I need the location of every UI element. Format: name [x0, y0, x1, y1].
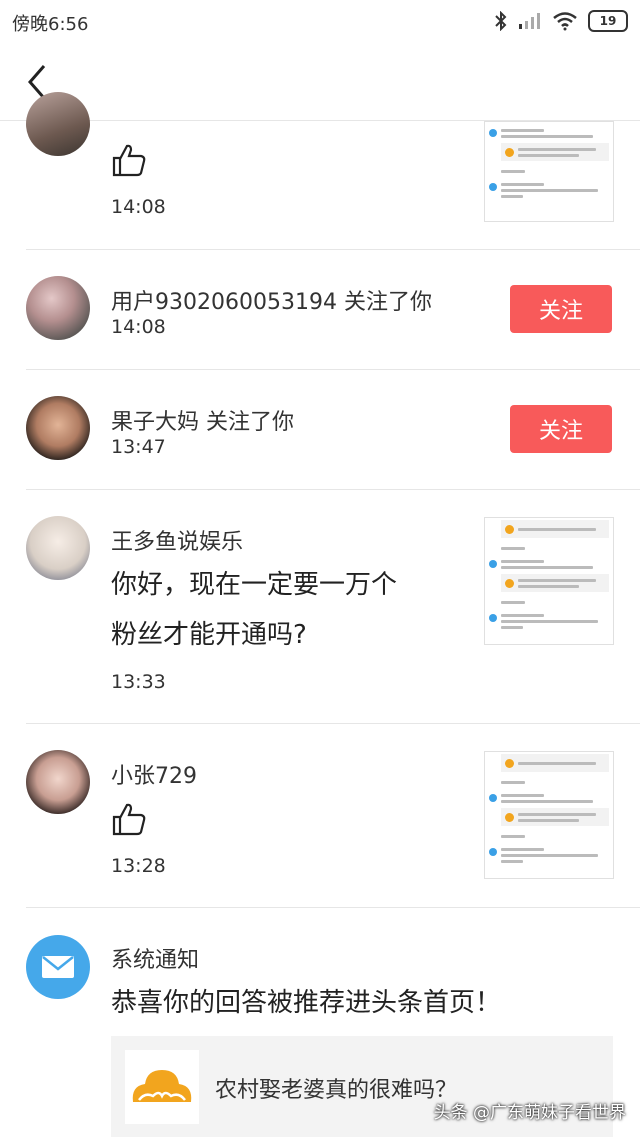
user-name[interactable]: 小张729	[111, 758, 197, 790]
comment-text-line1: 你好，现在一定要一万个	[111, 570, 398, 600]
time: 13:47	[111, 436, 166, 458]
article-thumbnail[interactable]	[484, 751, 614, 879]
follow-button[interactable]: 关注	[510, 405, 612, 453]
avatar[interactable]	[26, 396, 90, 460]
follow-button[interactable]: 关注	[510, 285, 612, 333]
time: 13:28	[111, 855, 166, 877]
system-message: 恭喜你的回答被推荐进头条首页！	[111, 988, 502, 1018]
wifi-icon	[553, 12, 577, 31]
avatar[interactable]	[26, 516, 90, 580]
avatar[interactable]	[26, 750, 90, 814]
status-time: 傍晚6:56	[12, 14, 89, 35]
watermark: 头条 @广东萌妹子看世界	[433, 1103, 626, 1123]
time: 13:33	[111, 671, 166, 693]
divider	[26, 249, 640, 250]
article-title: 农村娶老婆真的很难吗？	[215, 1078, 458, 1103]
signal-icon	[519, 13, 540, 29]
toutiao-logo	[125, 1050, 199, 1124]
time: 14:08	[111, 316, 166, 338]
status-icons: 19	[494, 10, 628, 32]
system-title: 系统通知	[111, 948, 200, 973]
thumbs-up-icon	[112, 803, 146, 836]
header	[0, 44, 640, 121]
user-name[interactable]: 用户9302060053194 关注了你	[111, 284, 432, 316]
comment-text-line2: 粉丝才能开通吗?	[111, 620, 307, 650]
user-name[interactable]: 果子大妈 关注了你	[111, 404, 294, 436]
bluetooth-icon	[495, 11, 507, 31]
divider	[26, 907, 640, 908]
mail-icon	[42, 956, 74, 978]
time: 14:08	[111, 196, 166, 218]
avatar[interactable]	[26, 92, 90, 156]
divider	[26, 489, 640, 490]
article-thumbnail[interactable]	[484, 517, 614, 645]
divider	[26, 369, 640, 370]
thumbs-up-icon	[112, 144, 146, 177]
system-avatar	[26, 935, 90, 999]
avatar[interactable]	[26, 276, 90, 340]
divider	[26, 723, 640, 724]
status-bar: 傍晚6:56 19	[0, 0, 640, 44]
battery-icon: 19	[588, 10, 628, 32]
user-name[interactable]: 王多鱼说娱乐	[111, 524, 243, 556]
article-thumbnail[interactable]	[484, 121, 614, 222]
